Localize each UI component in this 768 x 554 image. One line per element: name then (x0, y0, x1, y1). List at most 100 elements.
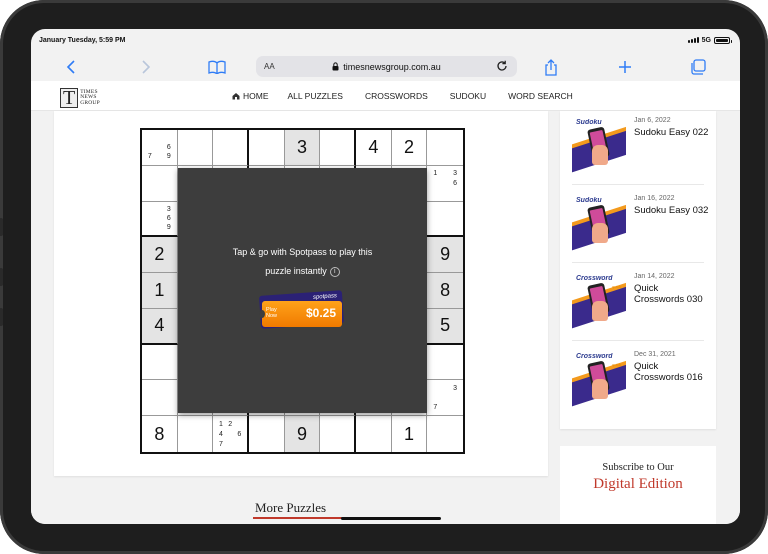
side-item-title[interactable]: Quick Crosswords 016 (634, 361, 709, 383)
heading-underline (253, 517, 345, 519)
side-button (0, 218, 3, 236)
sudoku-cell-notes[interactable]: 136 (427, 166, 463, 202)
lock-icon (332, 62, 339, 71)
tabs-icon[interactable] (688, 57, 708, 77)
sudoku-cell-empty[interactable] (142, 165, 178, 202)
sudoku-cell-notes[interactable]: 12467 (213, 416, 249, 452)
status-time: January Tuesday, 5:59 PM (39, 36, 126, 44)
nav-home[interactable]: HOME (232, 91, 269, 101)
side-button (0, 268, 3, 286)
url-text: timesnewsgroup.com.au (343, 61, 441, 72)
nav-all-puzzles[interactable]: ALL PUZZLES (288, 91, 343, 101)
sudoku-cell-empty[interactable] (249, 130, 285, 166)
puzzle-thumbnail: Crossword quick (572, 275, 626, 329)
nav-word-search[interactable]: WORD SEARCH (508, 91, 573, 101)
sudoku-cell-notes[interactable]: 37 (427, 380, 463, 417)
ticket-notch (259, 310, 265, 318)
sudoku-cell-empty[interactable] (177, 130, 214, 166)
side-item-date: Dec 31, 2021 (634, 351, 676, 358)
overlay-message: Tap & go with Spotpass to play this puzz… (178, 243, 427, 281)
sudoku-cell-empty[interactable] (178, 416, 214, 452)
puzzle-thumbnail: Sudoku (572, 197, 626, 251)
sudoku-cell-empty[interactable] (249, 416, 285, 452)
subscribe-promo[interactable]: Subscribe to Our Digital Edition (560, 446, 716, 524)
main-menu: HOME ALL PUZZLES CROSSWORDS SUDOKU WORD … (232, 81, 573, 111)
plus-icon[interactable] (615, 57, 635, 77)
sudoku-cell-empty[interactable] (427, 416, 463, 452)
sudoku-cell-given[interactable]: 8 (427, 273, 463, 309)
sudoku-cell-given[interactable]: 4 (356, 130, 392, 166)
sudoku-cell-empty[interactable] (142, 380, 178, 417)
sudoku-cell-notes[interactable]: 369 (142, 201, 178, 238)
ticket-front: Play Now $0.25 (259, 301, 342, 327)
ipad-frame: January Tuesday, 5:59 PM 5G AA timesnews… (0, 0, 768, 554)
sudoku-cell-given[interactable]: 5 (427, 308, 463, 345)
book-icon[interactable] (207, 57, 227, 77)
text-size-button[interactable]: AA (264, 62, 275, 71)
ticket-price: $0.25 (305, 306, 336, 320)
side-item-date: Jan 6, 2022 (634, 117, 671, 124)
sudoku-cell-given[interactable]: 9 (427, 237, 463, 274)
sudoku-cell-given[interactable]: 2 (142, 237, 178, 274)
subscribe-line-1: Subscribe to Our (602, 462, 674, 473)
sudoku-cell-empty[interactable] (142, 344, 178, 381)
puzzle-thumbnail: Crossword quick (572, 353, 626, 407)
logo-text: TIMES NEWS GROUP (80, 88, 100, 106)
side-item-date: Jan 16, 2022 (634, 195, 675, 202)
play-now-ticket-button[interactable]: spotpass Play Now $0.25 (258, 290, 345, 329)
address-bar[interactable]: AA timesnewsgroup.com.au (256, 56, 517, 77)
nav-crosswords[interactable]: CROSSWORDS (365, 91, 428, 101)
sudoku-cell-given[interactable]: 1 (142, 273, 178, 309)
spotpass-overlay: Tap & go with Spotpass to play this puzz… (178, 168, 427, 413)
side-item-date: Jan 14, 2022 (634, 273, 675, 280)
nav-sudoku[interactable]: SUDOKU (450, 91, 486, 101)
info-icon[interactable]: i (329, 266, 340, 277)
network-label: 5G (701, 36, 711, 44)
overlay-line-2: puzzle instantly (265, 266, 327, 276)
side-item[interactable]: Sudoku Jan 16, 2022 Sudoku Easy 032 (572, 195, 708, 263)
site-nav: T TIMES NEWS GROUP HOME ALL PUZZLES CROSSW… (31, 81, 740, 111)
chevron-right-icon[interactable] (135, 57, 155, 77)
puzzle-thumbnail: Sudoku (572, 119, 626, 173)
sudoku-cell-empty[interactable] (213, 130, 249, 166)
overlay-line-1: Tap & go with Spotpass to play this (232, 247, 373, 257)
sudoku-cell-empty[interactable] (356, 416, 392, 452)
sudoku-cell-given[interactable]: 9 (284, 416, 321, 452)
more-puzzles-heading: More Puzzles (255, 500, 327, 515)
share-icon[interactable] (541, 57, 561, 77)
side-item-title[interactable]: Sudoku Easy 022 (634, 127, 709, 138)
battery-icon (714, 36, 732, 44)
reload-icon[interactable] (495, 59, 509, 73)
subscribe-line-2[interactable]: Digital Edition (560, 476, 716, 493)
home-icon (232, 93, 240, 100)
status-bar: January Tuesday, 5:59 PM 5G (31, 29, 740, 51)
sudoku-cell-empty[interactable] (427, 202, 463, 238)
sudoku-cell-given[interactable]: 3 (284, 130, 321, 166)
site-logo[interactable]: T TIMES NEWS GROUP (60, 88, 100, 108)
side-item-title[interactable]: Sudoku Easy 032 (634, 205, 709, 216)
home-indicator[interactable] (341, 517, 441, 520)
screen: January Tuesday, 5:59 PM 5G AA timesnews… (31, 29, 740, 524)
side-item[interactable]: Crossword quick Jan 14, 2022 Quick Cross… (572, 273, 704, 341)
sudoku-cell-given[interactable]: 4 (142, 308, 178, 345)
logo-mark: T (60, 88, 79, 108)
side-button (0, 308, 3, 326)
sudoku-cell-notes[interactable]: 679 (142, 130, 178, 166)
sudoku-cell-given[interactable]: 8 (142, 416, 178, 452)
page-content: 6793421363692918453781246791 Tap & go wi… (31, 111, 740, 524)
ticket-play-label: Play Now (266, 307, 278, 319)
side-item[interactable]: Crossword quick Dec 31, 2021 Quick Cross… (572, 351, 704, 419)
puzzle-card: 6793421363692918453781246791 Tap & go wi… (54, 111, 548, 476)
sudoku-cell-empty[interactable] (320, 130, 356, 166)
sudoku-cell-given[interactable]: 1 (392, 416, 428, 452)
safari-toolbar: AA timesnewsgroup.com.au (31, 51, 740, 81)
side-item[interactable]: Sudoku Jan 6, 2022 Sudoku Easy 022 (572, 117, 708, 185)
sudoku-cell-empty[interactable] (427, 345, 463, 381)
side-item-title[interactable]: Quick Crosswords 030 (634, 283, 709, 305)
signal-icon (687, 37, 699, 43)
sudoku-cell-given[interactable]: 2 (391, 130, 428, 166)
sudoku-cell-empty[interactable] (320, 416, 356, 452)
chevron-left-icon[interactable] (62, 57, 82, 77)
related-puzzles-sidebar: Sudoku Jan 6, 2022 Sudoku Easy 022 Sudok… (560, 111, 716, 429)
sudoku-cell-empty[interactable] (427, 130, 463, 166)
